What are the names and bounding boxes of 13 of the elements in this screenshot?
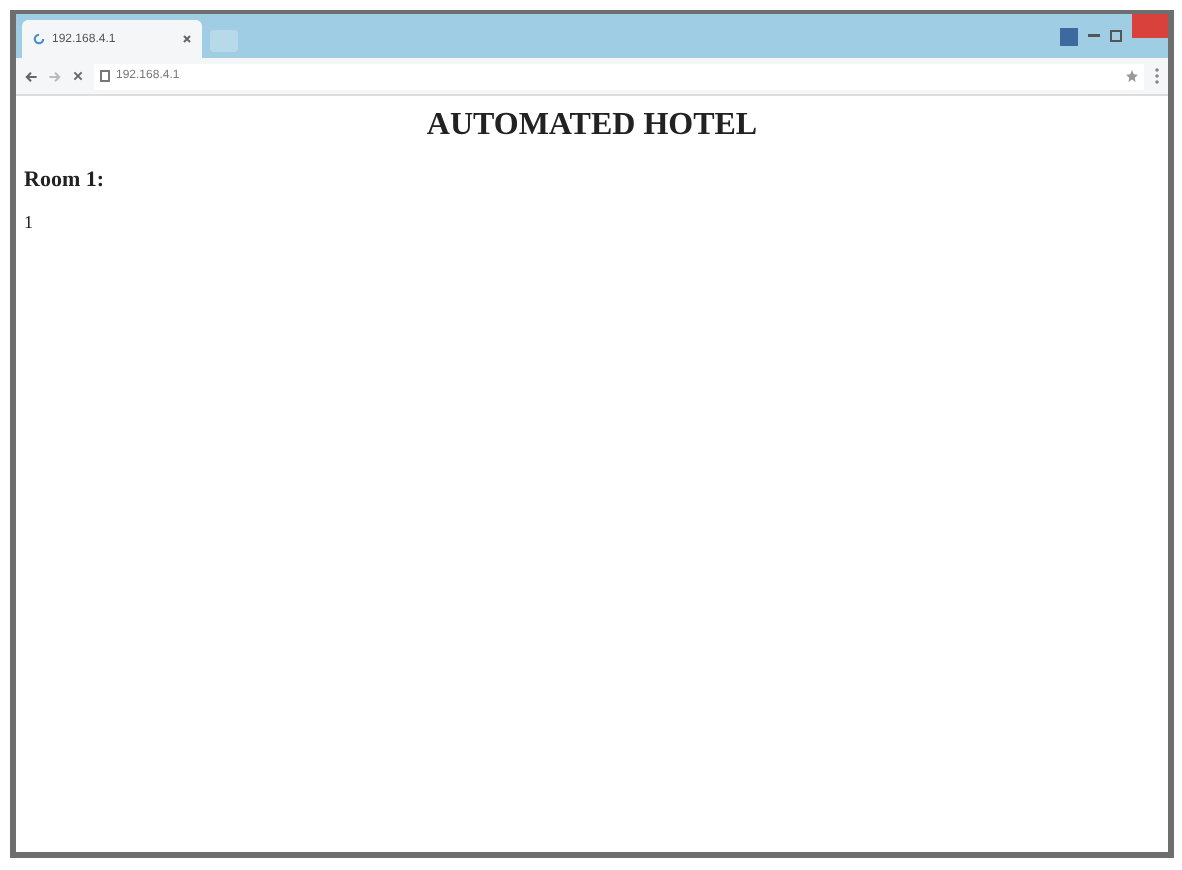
- star-icon[interactable]: [1126, 70, 1138, 82]
- back-icon[interactable]: [24, 69, 38, 83]
- room-value: 1: [24, 212, 35, 232]
- close-icon[interactable]: [182, 34, 192, 44]
- room-label: Room 1:: [24, 168, 107, 192]
- loading-icon: [32, 32, 46, 46]
- stop-icon[interactable]: [72, 70, 84, 82]
- menu-icon[interactable]: [1154, 68, 1160, 84]
- page-icon: [100, 70, 110, 82]
- maximize-icon[interactable]: [1110, 30, 1122, 42]
- minimize-icon[interactable]: [1088, 32, 1100, 40]
- page-heading: AUTOMATED HOTEL: [424, 108, 760, 144]
- forward-icon[interactable]: [48, 69, 62, 83]
